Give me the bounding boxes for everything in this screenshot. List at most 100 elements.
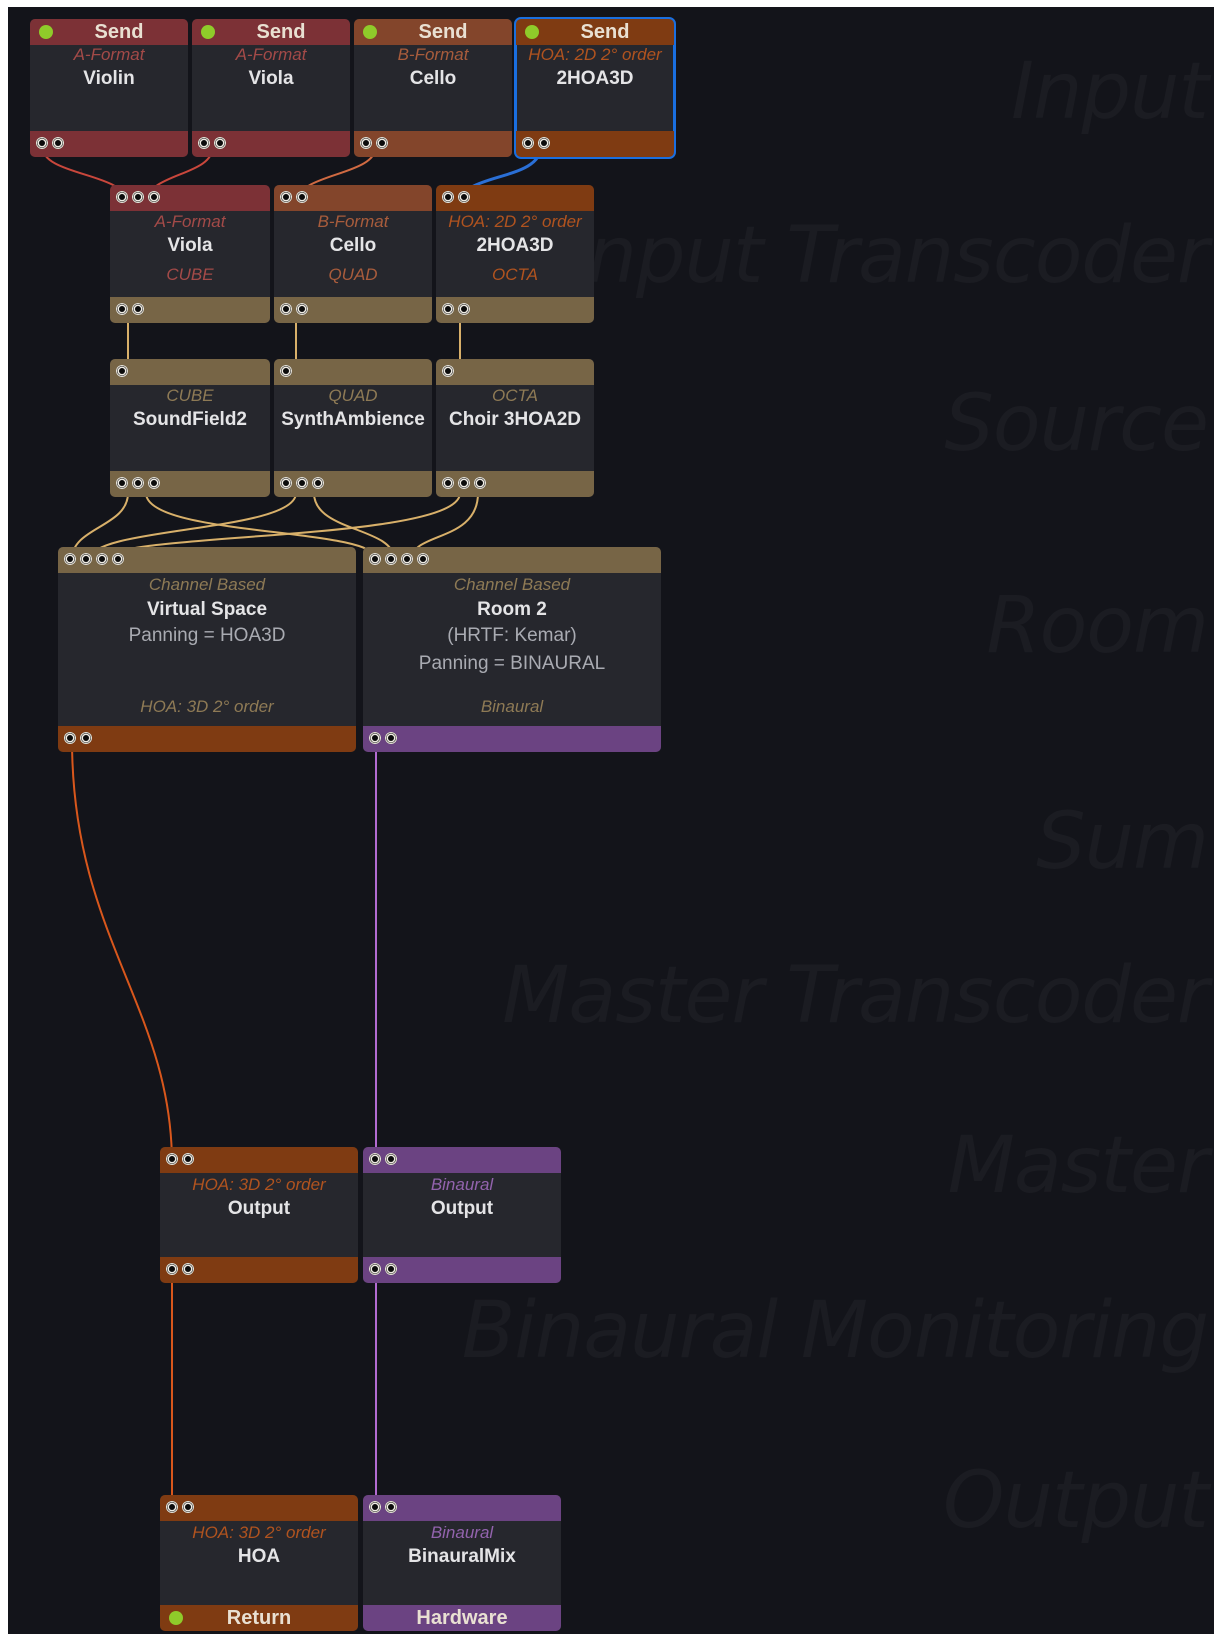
- input-pin-icon[interactable]: [148, 191, 160, 203]
- input-pin-icon[interactable]: [280, 191, 292, 203]
- node-name: Cello: [329, 235, 377, 256]
- output-pin-icon[interactable]: [458, 477, 470, 489]
- input-pin-icon[interactable]: [442, 365, 454, 377]
- output-pin-icon[interactable]: [369, 1263, 381, 1275]
- node-title: Send: [418, 21, 468, 43]
- input-pin-icon[interactable]: [116, 191, 128, 203]
- output-pin-icon[interactable]: [280, 477, 292, 489]
- node-name: Output: [430, 1198, 494, 1219]
- output-pin-icon[interactable]: [52, 137, 64, 149]
- output-pin-icon[interactable]: [442, 303, 454, 315]
- source-node-synthambience[interactable]: QUAD SynthAmbience: [274, 359, 432, 497]
- send-node-violin[interactable]: Send A-Format Violin: [30, 19, 188, 157]
- node-name: HOA: [237, 1546, 281, 1567]
- room-node-virtual-space[interactable]: Channel Based Virtual Space Panning = HO…: [58, 547, 356, 752]
- node-format: A-Format: [154, 212, 226, 231]
- output-pin-icon[interactable]: [80, 732, 92, 744]
- input-pin-icon[interactable]: [96, 553, 108, 565]
- transcoder-node-cello[interactable]: B-Format Cello QUAD: [274, 185, 432, 323]
- master-node-binaural-output[interactable]: Binaural Output: [363, 1147, 561, 1283]
- output-pin-icon[interactable]: [474, 477, 486, 489]
- output-pin-icon[interactable]: [458, 303, 470, 315]
- output-pin-icon[interactable]: [385, 1263, 397, 1275]
- node-target-format: CUBE: [166, 265, 214, 284]
- node-format: HOA: 2D 2° order: [448, 212, 582, 231]
- input-pin-icon[interactable]: [166, 1153, 178, 1165]
- node-footer-label: Return: [226, 1607, 292, 1629]
- output-pin-icon[interactable]: [312, 477, 324, 489]
- transcoder-node-viola[interactable]: A-Format Viola CUBE: [110, 185, 270, 323]
- node-format: QUAD: [328, 386, 378, 405]
- input-pin-icon[interactable]: [442, 191, 454, 203]
- node-name: Violin: [83, 68, 135, 89]
- node-footer-label: Hardware: [416, 1607, 508, 1629]
- output-pin-icon[interactable]: [64, 732, 76, 744]
- input-pin-icon[interactable]: [385, 553, 397, 565]
- output-pin-icon[interactable]: [369, 732, 381, 744]
- output-pin-icon[interactable]: [296, 477, 308, 489]
- input-pin-icon[interactable]: [166, 1501, 178, 1513]
- input-pin-icon[interactable]: [369, 1153, 381, 1165]
- input-pin-icon[interactable]: [132, 191, 144, 203]
- node-name: Choir 3HOA2D: [449, 409, 581, 430]
- transcoder-node-2hoa3d[interactable]: HOA: 2D 2° order 2HOA3D OCTA: [436, 185, 594, 323]
- room-node-room-2[interactable]: Channel Based Room 2 (HRTF: Kemar) Panni…: [363, 547, 661, 752]
- output-pin-icon[interactable]: [182, 1263, 194, 1275]
- input-pin-icon[interactable]: [401, 553, 413, 565]
- input-pin-icon[interactable]: [80, 553, 92, 565]
- node-info: Panning = HOA3D: [128, 625, 286, 646]
- output-pin-icon[interactable]: [280, 303, 292, 315]
- node-format: B-Format: [317, 212, 389, 231]
- output-pin-icon[interactable]: [385, 732, 397, 744]
- output-pin-icon[interactable]: [116, 477, 128, 489]
- output-pin-icon[interactable]: [522, 137, 534, 149]
- output-pin-icon[interactable]: [116, 303, 128, 315]
- input-pin-icon[interactable]: [182, 1501, 194, 1513]
- node-format: Channel Based: [453, 575, 571, 594]
- output-pin-icon[interactable]: [198, 137, 210, 149]
- output-pin-icon[interactable]: [376, 137, 388, 149]
- node-name: Viola: [167, 235, 213, 256]
- output-pin-icon[interactable]: [296, 303, 308, 315]
- output-node-hoa[interactable]: HOA: 3D 2° order HOA Return: [160, 1495, 358, 1631]
- node-format: B-Format: [397, 45, 469, 64]
- output-pin-icon[interactable]: [36, 137, 48, 149]
- node-format: HOA: 3D 2° order: [192, 1175, 326, 1194]
- input-pin-icon[interactable]: [112, 553, 124, 565]
- wire-virtual-to-master-hoa[interactable]: [71, 739, 173, 1165]
- master-node-hoa-output[interactable]: HOA: 3D 2° order Output: [160, 1147, 358, 1283]
- node-name: Output: [227, 1198, 291, 1219]
- output-pin-icon[interactable]: [132, 303, 144, 315]
- send-node-cello[interactable]: Send B-Format Cello: [354, 19, 512, 157]
- output-pin-icon[interactable]: [166, 1263, 178, 1275]
- output-pin-icon[interactable]: [538, 137, 550, 149]
- input-pin-icon[interactable]: [369, 1501, 381, 1513]
- source-node-choir-3hoa2d[interactable]: OCTA Choir 3HOA2D: [436, 359, 594, 497]
- output-pin-icon[interactable]: [442, 477, 454, 489]
- input-pin-icon[interactable]: [369, 553, 381, 565]
- node-format: Channel Based: [148, 575, 266, 594]
- input-pin-icon[interactable]: [458, 191, 470, 203]
- node-info: (HRTF: Kemar): [447, 625, 577, 646]
- input-pin-icon[interactable]: [182, 1153, 194, 1165]
- input-pin-icon[interactable]: [64, 553, 76, 565]
- send-node-viola[interactable]: Send A-Format Viola: [192, 19, 350, 157]
- output-pin-icon[interactable]: [360, 137, 372, 149]
- output-node-binauralmix[interactable]: Binaural BinauralMix Hardware: [363, 1495, 561, 1631]
- output-pin-icon[interactable]: [214, 137, 226, 149]
- node-name: BinauralMix: [408, 1546, 516, 1567]
- node-target-format: QUAD: [328, 265, 378, 284]
- source-node-soundfield2[interactable]: CUBE SoundField2: [110, 359, 270, 497]
- node-name: Virtual Space: [146, 599, 268, 620]
- node-info: Panning = BINAURAL: [418, 653, 606, 674]
- input-pin-icon[interactable]: [296, 191, 308, 203]
- send-node-2hoa3d[interactable]: Send HOA: 2D 2° order 2HOA3D: [514, 17, 676, 159]
- input-pin-icon[interactable]: [385, 1501, 397, 1513]
- input-pin-icon[interactable]: [116, 365, 128, 377]
- input-pin-icon[interactable]: [385, 1153, 397, 1165]
- node-graph-canvas[interactable]: Input Input Transcoder Source Room Sum M…: [8, 7, 1214, 1634]
- input-pin-icon[interactable]: [280, 365, 292, 377]
- output-pin-icon[interactable]: [132, 477, 144, 489]
- input-pin-icon[interactable]: [417, 553, 429, 565]
- output-pin-icon[interactable]: [148, 477, 160, 489]
